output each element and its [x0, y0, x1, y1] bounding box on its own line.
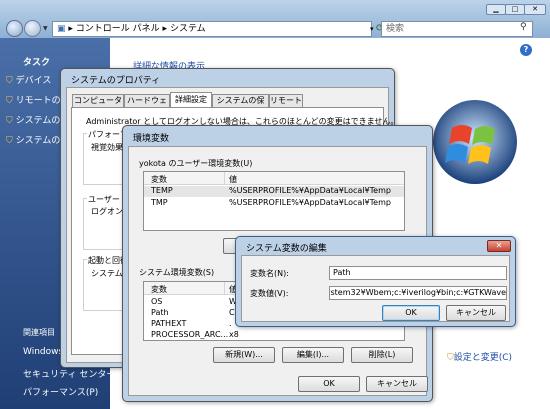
performance-text: 視覚効果 — [91, 143, 123, 152]
tab-remote[interactable]: リモート — [269, 94, 303, 107]
shield-icon: ⛉ — [6, 96, 13, 106]
dialog-title: システムのプロパティ — [71, 76, 161, 86]
related-link-windows[interactable]: Windows — [23, 347, 63, 357]
minimize-button[interactable]: ▁ — [486, 4, 506, 15]
table-row[interactable]: OS — [151, 297, 162, 306]
related-link-performance[interactable]: パフォーマンス(P) — [23, 385, 98, 398]
windows-logo-icon — [432, 98, 518, 196]
table-row[interactable]: PATHEXT — [151, 319, 186, 328]
shield-icon: ⛉ — [6, 76, 13, 86]
table-row[interactable]: PROCESSOR_ARC... — [151, 330, 228, 339]
breadcrumb-item-control-panel[interactable]: コントロール パネル — [76, 24, 160, 34]
tab-computer-name[interactable]: コンピュータ名 — [72, 94, 124, 117]
sidebar-item-system-protection[interactable]: ⛉ システムの — [6, 113, 60, 126]
control-panel-icon: ▣ — [57, 24, 66, 34]
table-row-value: x8 — [229, 330, 239, 339]
edit-system-variable-dialog: システム変数の編集 ✕ 変数名(N): Path 変数値(V): ;\¥Wbem… — [235, 236, 516, 327]
user-vars-list[interactable]: 変数 値 TEMP %USERPROFILE%¥AppData¥Local¥Te… — [143, 171, 405, 231]
shield-icon: ⛉ — [6, 116, 13, 126]
column-divider[interactable] — [224, 282, 225, 295]
dialog-title: システム変数の編集 — [246, 244, 327, 254]
list-header — [144, 172, 404, 185]
sidebar-heading: タスク — [23, 58, 51, 68]
forward-button[interactable] — [24, 20, 41, 37]
shield-icon: ⛉ — [6, 136, 13, 146]
cancel-button[interactable]: キャンセル — [366, 376, 428, 392]
back-button[interactable] — [6, 20, 23, 37]
dialog-title: 環境変数 — [133, 134, 170, 144]
system-vars-group-label: システム環境変数(S) — [139, 268, 215, 277]
user-vars-group-label: yokota のユーザー環境変数(U) — [139, 159, 253, 168]
sidebar-item-device[interactable]: ⛉ デバイス — [6, 73, 51, 86]
variable-value-input[interactable]: ;\¥Wbem;c:¥System32¥Wbem;c:¥iverilog¥bin… — [329, 286, 507, 300]
variable-value-label: 変数値(V): — [250, 289, 289, 298]
breadcrumb[interactable]: ▣ ▸ コントロール パネル ▸ システム — [52, 21, 372, 37]
change-settings-link[interactable]: ⛉設定と変更(C) — [447, 350, 512, 363]
breadcrumb-sep-icon: ▸ — [68, 24, 73, 34]
variable-name-label: 変数名(N): — [250, 269, 289, 278]
sidebar-item-system-advanced[interactable]: ⛉ システムの — [6, 133, 60, 146]
column-header-variable[interactable]: 変数 — [151, 174, 167, 185]
help-icon[interactable]: ? — [520, 44, 532, 56]
table-row[interactable]: TMP %USERPROFILE%¥AppData¥Local¥Temp — [144, 198, 404, 209]
maximize-button[interactable]: □ — [505, 4, 525, 15]
ok-button[interactable]: OK — [298, 376, 360, 392]
variable-name: TMP — [151, 198, 168, 207]
tab-hardware[interactable]: ハードウェア — [124, 94, 170, 117]
recent-pages-icon[interactable]: ▼ — [43, 25, 48, 32]
close-button[interactable]: ✕ — [487, 240, 511, 252]
related-heading: 関連項目 — [23, 328, 55, 337]
table-row[interactable]: Path — [151, 308, 169, 317]
edit-button[interactable]: 編集(I)... — [282, 347, 344, 363]
breadcrumb-sep-icon: ▸ — [162, 24, 168, 34]
cancel-button[interactable]: キャンセル — [446, 305, 506, 321]
shield-icon: ⛉ — [447, 353, 454, 363]
column-header-value[interactable]: 値 — [229, 174, 237, 185]
variable-value: %USERPROFILE%¥AppData¥Local¥Temp — [229, 198, 391, 207]
close-button[interactable]: ✕ — [524, 4, 546, 15]
search-input[interactable]: 検索 — [381, 21, 533, 37]
tab-system-protection[interactable]: システムの保護 — [212, 94, 269, 117]
variable-name-input[interactable]: Path — [329, 266, 507, 280]
variable-name: TEMP — [151, 186, 173, 195]
column-divider[interactable] — [224, 172, 225, 185]
variable-value: %USERPROFILE%¥AppData¥Local¥Temp — [229, 186, 391, 195]
variable-value-text: ;\¥Wbem;c:¥System32¥Wbem;c:¥iverilog¥bin… — [329, 288, 506, 297]
column-header-variable[interactable]: 変数 — [151, 284, 167, 295]
table-row[interactable]: TEMP %USERPROFILE%¥AppData¥Local¥Temp — [144, 186, 404, 197]
related-link-security[interactable]: セキュリティ センター (S) — [23, 367, 131, 380]
delete-button[interactable]: 削除(L) — [351, 347, 413, 363]
table-row-value: . — [229, 319, 232, 328]
search-icon[interactable]: ⚲ — [520, 22, 527, 32]
ok-button[interactable]: OK — [382, 305, 440, 321]
sidebar-item-remote[interactable]: ⛉ リモートの — [6, 93, 61, 106]
new-button[interactable]: 新規(W)... — [213, 347, 275, 363]
tab-advanced[interactable]: 詳細設定 — [170, 92, 212, 108]
breadcrumb-item-system[interactable]: システム — [170, 24, 206, 34]
table-row-value: C — [229, 308, 235, 317]
